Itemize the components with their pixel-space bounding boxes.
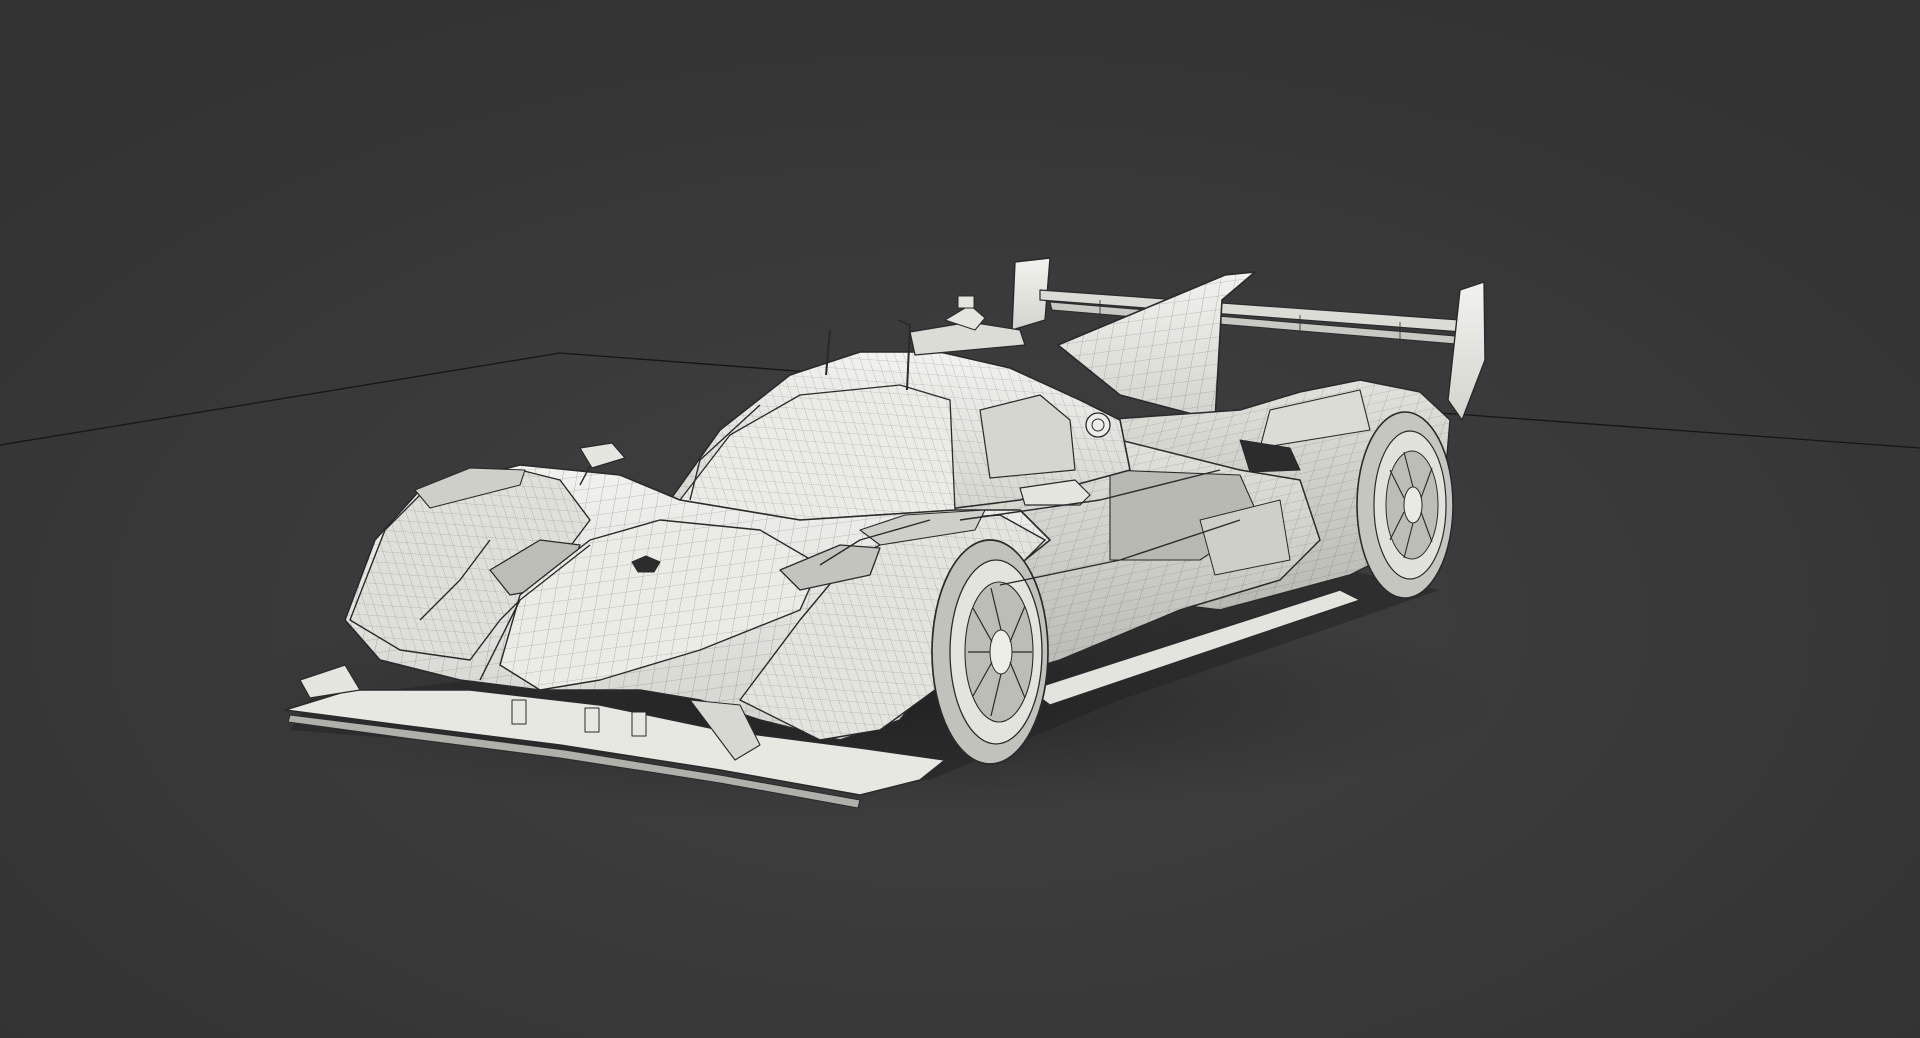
3d-viewport[interactable] — [0, 0, 1920, 1038]
rear-wheel — [1356, 411, 1454, 599]
roof-badge — [1085, 412, 1111, 438]
front-wheel — [931, 539, 1049, 765]
viewport-canvas — [0, 0, 1920, 1038]
